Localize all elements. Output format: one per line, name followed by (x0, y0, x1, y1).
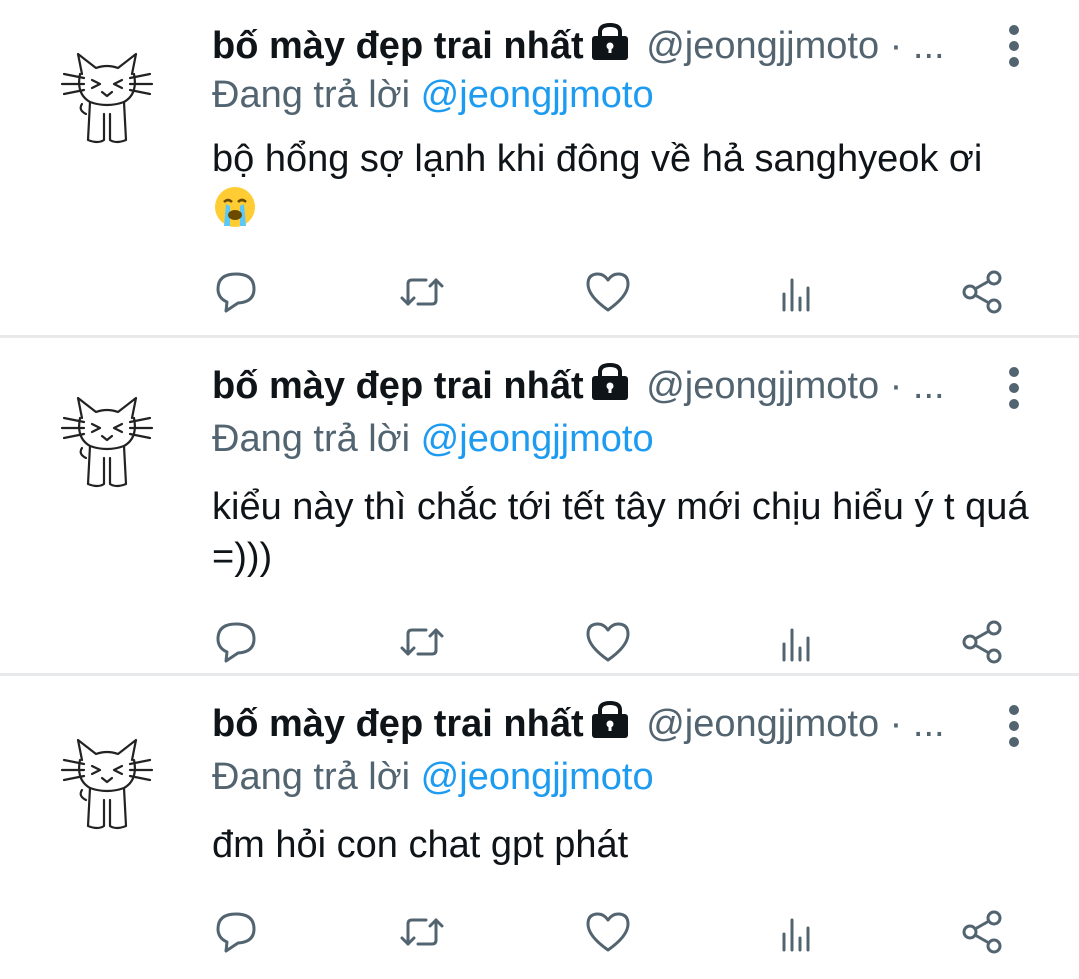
tweet-text: kiểu này thì chắc tới tết tây mới chịu h… (212, 482, 1032, 582)
tweet-text-content: bộ hổng sợ lạnh khi đông về hả sanghyeok… (212, 138, 983, 180)
reply-icon[interactable] (212, 268, 260, 316)
reply-icon[interactable] (212, 908, 260, 956)
heart-icon[interactable] (584, 268, 632, 316)
reply-prefix: Đang trả lời (212, 756, 411, 798)
heart-icon[interactable] (584, 618, 632, 666)
cat-avatar-icon (60, 396, 154, 488)
views-icon[interactable] (772, 268, 820, 316)
reply-context: Đang trả lời @jeongjjmoto (212, 416, 654, 462)
heart-icon[interactable] (584, 908, 632, 956)
display-name[interactable]: bố mày đẹp trai nhất (212, 703, 584, 745)
views-icon[interactable] (772, 908, 820, 956)
loudly-crying-face-icon (212, 184, 258, 230)
reply-mention[interactable]: @jeongjjmoto (421, 74, 654, 116)
share-icon[interactable] (958, 618, 1006, 666)
cat-avatar-icon (60, 738, 154, 830)
share-icon[interactable] (958, 908, 1006, 956)
reply-mention[interactable]: @jeongjjmoto (421, 418, 654, 460)
reply-icon[interactable] (212, 618, 260, 666)
retweet-icon[interactable] (398, 268, 446, 316)
retweet-icon[interactable] (398, 908, 446, 956)
tweet-header: bố mày đẹp trai nhất @jeongjjmoto · ... (212, 698, 989, 750)
handle[interactable]: @jeongjjmoto (646, 703, 879, 745)
tweet-text-content: đm hỏi con chat gpt phát (212, 824, 629, 866)
separator-dot: · (889, 25, 903, 67)
handle[interactable]: @jeongjjmoto (646, 365, 879, 407)
reply-prefix: Đang trả lời (212, 418, 411, 460)
share-icon[interactable] (958, 268, 1006, 316)
reply-mention[interactable]: @jeongjjmoto (421, 756, 654, 798)
tweet-header: bố mày đẹp trai nhất @jeongjjmoto · ... (212, 20, 989, 72)
more-vertical-icon[interactable] (997, 364, 1031, 412)
truncation-ellipsis: ... (912, 25, 945, 67)
handle[interactable]: @jeongjjmoto (646, 25, 879, 67)
truncation-ellipsis: ... (912, 365, 945, 407)
more-vertical-icon[interactable] (997, 22, 1031, 70)
tweet-actions (212, 268, 1012, 318)
tweet[interactable]: bố mày đẹp trai nhất @jeongjjmoto · ... … (0, 338, 1079, 676)
truncation-ellipsis: ... (912, 703, 945, 745)
reply-context: Đang trả lời @jeongjjmoto (212, 72, 654, 118)
reply-context: Đang trả lời @jeongjjmoto (212, 754, 654, 800)
lock-icon (590, 700, 630, 740)
tweet-feed: bố mày đẹp trai nhất @jeongjjmoto · ... … (0, 0, 1079, 976)
tweet-text: đm hỏi con chat gpt phát (212, 820, 1032, 870)
avatar[interactable] (52, 730, 162, 840)
separator-dot: · (889, 703, 903, 745)
display-name[interactable]: bố mày đẹp trai nhất (212, 25, 584, 67)
tweet-text: bộ hổng sợ lạnh khi đông về hả sanghyeok… (212, 134, 1032, 235)
tweet-actions (212, 908, 1012, 958)
cat-avatar-icon (60, 52, 154, 144)
avatar[interactable] (52, 388, 162, 498)
tweet[interactable]: bố mày đẹp trai nhất @jeongjjmoto · ... … (0, 676, 1079, 976)
retweet-icon[interactable] (398, 618, 446, 666)
tweet[interactable]: bố mày đẹp trai nhất @jeongjjmoto · ... … (0, 0, 1079, 338)
separator-dot: · (889, 365, 903, 407)
reply-prefix: Đang trả lời (212, 74, 411, 116)
lock-icon (590, 362, 630, 402)
lock-icon (590, 22, 630, 62)
display-name[interactable]: bố mày đẹp trai nhất (212, 365, 584, 407)
views-icon[interactable] (772, 618, 820, 666)
more-vertical-icon[interactable] (997, 702, 1031, 750)
tweet-actions (212, 618, 1012, 668)
tweet-text-content: kiểu này thì chắc tới tết tây mới chịu h… (212, 486, 1029, 578)
avatar[interactable] (52, 44, 162, 154)
tweet-header: bố mày đẹp trai nhất @jeongjjmoto · ... (212, 360, 989, 412)
